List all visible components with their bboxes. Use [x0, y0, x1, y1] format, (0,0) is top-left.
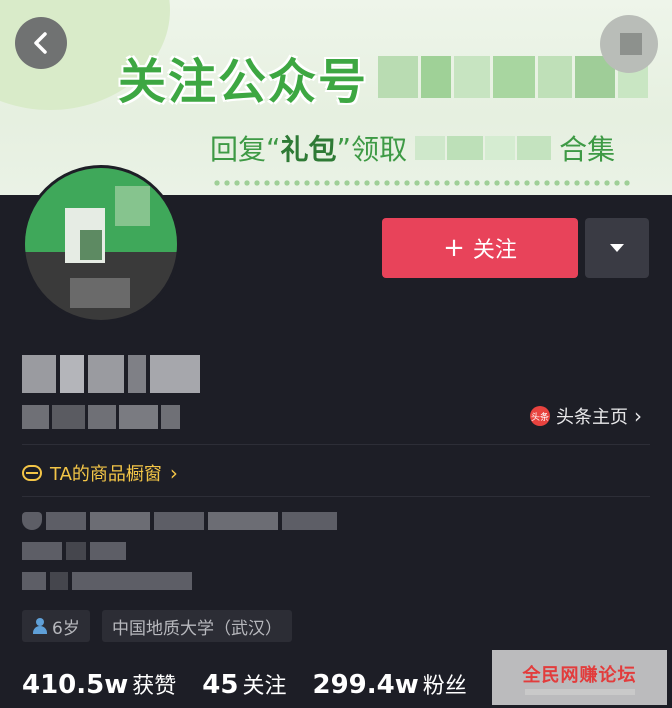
shop-label: TA的商品橱窗 [50, 464, 162, 485]
watermark-text: 全民网赚论坛 [522, 664, 637, 686]
toutiao-icon-text: 头条 [530, 412, 549, 423]
banner-sub-suffix: 合集 [559, 133, 616, 166]
follow-label: 关注 [472, 238, 517, 263]
chevron-left-icon [34, 32, 47, 54]
age-text: 6岁 [52, 618, 80, 639]
more-icon [620, 33, 642, 55]
likes-label: 获赞 [132, 674, 177, 699]
back-button[interactable] [15, 17, 67, 69]
following-stat[interactable]: 45 关注 [202, 668, 286, 700]
followers-stat[interactable]: 299.4w 粉丝 [312, 668, 466, 700]
divider [22, 444, 650, 445]
banner-title: 关注公众号 [118, 42, 649, 112]
followers-label: 粉丝 [422, 674, 467, 699]
age-tag: 6岁 [22, 610, 90, 642]
username-redacted [22, 355, 200, 393]
chevron-right-icon: › [634, 404, 642, 428]
banner-sub-quote-close: ” [336, 131, 352, 165]
watermark: 全民网赚论坛 [492, 650, 667, 705]
following-label: 关注 [242, 674, 287, 699]
watermark-sub [524, 688, 635, 695]
bio-line-redacted [22, 572, 192, 590]
plus-icon: + [443, 233, 465, 263]
banner-title-text: 关注公众号 [118, 54, 369, 110]
likes-stat: 410.5w 获赞 [22, 668, 176, 700]
user-id-redacted [22, 405, 180, 429]
avatar[interactable] [22, 165, 180, 323]
school-tag: 中国地质大学（武汉） [102, 610, 292, 642]
bio-line-redacted [22, 542, 126, 560]
shop-window-link[interactable]: TA的商品橱窗 › [22, 460, 178, 486]
banner-subtitle: 回复 “ 礼包 ” 领取 合集 [210, 128, 615, 168]
person-icon [32, 618, 48, 634]
school-text: 中国地质大学（武汉） [112, 618, 282, 639]
shop-icon [22, 465, 42, 481]
bio-line-redacted [22, 512, 337, 530]
following-count: 45 [202, 670, 239, 700]
chevron-right-icon: › [169, 461, 178, 485]
followers-count: 299.4w [312, 670, 419, 700]
banner-sub-middle: 领取 [351, 133, 408, 166]
toutiao-homepage-link[interactable]: 头条 头条主页 › [530, 403, 642, 429]
banner-sub-quote-open: “ [266, 131, 281, 165]
banner-sub-redacted [415, 136, 552, 160]
toutiao-icon: 头条 [530, 406, 550, 426]
caret-down-icon [610, 244, 624, 252]
profile-stats: 410.5w 获赞 45 关注 299.4w 粉丝 [22, 668, 467, 700]
toutiao-label: 头条主页 [556, 407, 628, 428]
banner-dots [212, 178, 630, 188]
divider [22, 496, 650, 497]
banner-sub-keyword: 礼包 [280, 133, 337, 166]
heart-icon [22, 512, 42, 530]
more-button[interactable] [600, 15, 658, 73]
follow-dropdown-button[interactable] [585, 218, 649, 278]
banner-sub-prefix: 回复 [210, 133, 267, 166]
likes-count: 410.5w [22, 670, 129, 700]
follow-button[interactable]: + 关注 [382, 218, 578, 278]
